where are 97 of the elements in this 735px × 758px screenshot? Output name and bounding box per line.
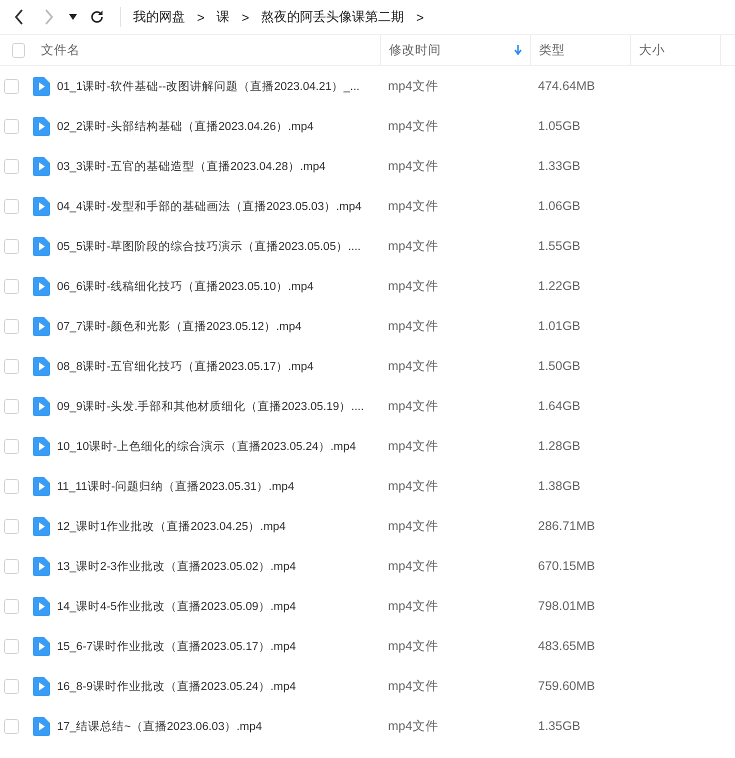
file-name[interactable]: 05_5课时-草图阶段的综合技巧演示（直播2023.05.05）.... <box>57 238 361 254</box>
breadcrumb-separator: > <box>242 10 250 24</box>
checkbox[interactable] <box>4 398 19 414</box>
checkbox[interactable] <box>4 118 19 134</box>
breadcrumb-link[interactable]: 我的网盘 <box>133 8 185 26</box>
checkbox[interactable] <box>12 42 25 58</box>
file-type: mp4文件 <box>387 158 438 174</box>
file-name[interactable]: 10_10课时-上色细化的综合演示（直播2023.05.24）.mp4 <box>57 438 356 454</box>
file-name[interactable]: 09_9课时-头发.手部和其他材质细化（直播2023.05.19）.... <box>57 398 364 414</box>
file-type: mp4文件 <box>387 78 438 94</box>
file-type: mp4文件 <box>387 198 438 214</box>
column-header[interactable]: 类型 <box>539 42 565 58</box>
file-name[interactable]: 16_8-9课时作业批改（直播2023.05.24）.mp4 <box>57 678 296 694</box>
video-file-icon <box>33 356 50 376</box>
video-file-icon <box>33 156 50 176</box>
file-size: 286.71MB <box>537 519 595 533</box>
checkbox[interactable] <box>4 518 19 534</box>
checkbox[interactable] <box>4 198 19 214</box>
video-file-icon <box>33 636 50 656</box>
checkbox[interactable] <box>4 638 19 654</box>
checkbox[interactable] <box>4 278 19 294</box>
checkbox[interactable] <box>4 78 19 94</box>
file-size: 474.64MB <box>537 79 595 93</box>
file-type: mp4文件 <box>387 598 438 614</box>
file-type: mp4文件 <box>387 238 438 254</box>
file-size: 483.65MB <box>537 639 595 653</box>
video-file-icon <box>33 476 50 496</box>
breadcrumb-separator: > <box>416 10 424 24</box>
file-type: mp4文件 <box>387 638 438 654</box>
file-type: mp4文件 <box>387 358 438 374</box>
file-size: 670.15MB <box>537 559 595 573</box>
checkbox[interactable] <box>4 158 19 174</box>
file-size: 1.06GB <box>537 199 580 213</box>
breadcrumb-link[interactable]: 课 <box>216 8 230 26</box>
file-size: 1.28GB <box>537 439 580 453</box>
breadcrumb-separator: > <box>197 10 205 24</box>
file-name[interactable]: 08_8课时-五官细化技巧（直播2023.05.17）.mp4 <box>57 358 314 374</box>
breadcrumb-link[interactable]: 熬夜的阿丢头像课第二期 <box>261 8 404 26</box>
video-file-icon <box>33 716 50 736</box>
checkbox[interactable] <box>4 358 19 374</box>
file-name[interactable]: 12_课时1作业批改（直播2023.04.25）.mp4 <box>57 518 286 534</box>
file-size: 1.05GB <box>537 119 580 133</box>
video-file-icon <box>33 276 50 296</box>
file-name[interactable]: 07_7课时-颜色和光影（直播2023.05.12）.mp4 <box>57 318 302 334</box>
file-size: 1.01GB <box>537 319 580 333</box>
checkbox[interactable] <box>4 238 19 254</box>
file-name[interactable]: 04_4课时-发型和手部的基础画法（直播2023.05.03）.mp4 <box>57 198 362 214</box>
file-type: mp4文件 <box>387 478 438 494</box>
file-name[interactable]: 03_3课时-五官的基础造型（直播2023.04.28）.mp4 <box>57 158 326 174</box>
checkbox[interactable] <box>4 478 19 494</box>
file-size: 1.38GB <box>537 479 580 493</box>
file-size: 1.22GB <box>537 279 580 293</box>
video-file-icon <box>33 316 50 336</box>
video-file-icon <box>33 236 50 256</box>
file-name[interactable]: 14_课时4-5作业批改（直播2023.05.09）.mp4 <box>57 598 296 614</box>
file-size: 1.50GB <box>537 359 580 373</box>
file-name[interactable]: 01_1课时-软件基础--改图讲解问题（直播2023.04.21）_... <box>57 78 360 94</box>
refresh-icon <box>90 10 104 24</box>
checkbox[interactable] <box>4 598 19 614</box>
file-size: 1.64GB <box>537 399 580 413</box>
checkbox[interactable] <box>4 318 19 334</box>
file-size: 1.35GB <box>537 719 580 733</box>
file-type: mp4文件 <box>387 558 438 574</box>
video-file-icon <box>33 76 50 96</box>
file-size: 1.33GB <box>537 159 580 173</box>
checkbox[interactable] <box>4 718 19 734</box>
file-type: mp4文件 <box>387 518 438 534</box>
video-file-icon <box>33 396 50 416</box>
file-type: mp4文件 <box>387 678 438 694</box>
video-file-icon <box>33 556 50 576</box>
file-type: mp4文件 <box>387 118 438 134</box>
file-size: 1.55GB <box>537 239 580 253</box>
file-name[interactable]: 15_6-7课时作业批改（直播2023.05.17）.mp4 <box>57 638 296 654</box>
file-type: mp4文件 <box>387 278 438 294</box>
video-file-icon <box>33 676 50 696</box>
video-file-icon <box>33 116 50 136</box>
file-size: 759.60MB <box>537 679 595 693</box>
file-name[interactable]: 17_结课总结~（直播2023.06.03）.mp4 <box>57 718 262 734</box>
file-type: mp4文件 <box>387 438 438 454</box>
file-type: mp4文件 <box>387 398 438 414</box>
file-name[interactable]: 13_课时2-3作业批改（直播2023.05.02）.mp4 <box>57 558 296 574</box>
video-file-icon <box>33 436 50 456</box>
checkbox[interactable] <box>4 558 19 574</box>
checkbox[interactable] <box>4 438 19 454</box>
file-type: mp4文件 <box>387 318 438 334</box>
file-name[interactable]: 06_6课时-线稿细化技巧（直播2023.05.10）.mp4 <box>57 278 314 294</box>
file-size: 798.01MB <box>537 599 595 613</box>
column-header[interactable]: 文件名 <box>41 42 80 58</box>
checkbox[interactable] <box>4 678 19 694</box>
column-header[interactable]: 大小 <box>639 42 665 58</box>
file-type: mp4文件 <box>387 718 438 734</box>
column-header[interactable]: 修改时间 <box>389 42 441 58</box>
file-name[interactable]: 02_2课时-头部结构基础（直播2023.04.26）.mp4 <box>57 118 314 134</box>
video-file-icon <box>33 516 50 536</box>
video-file-icon <box>33 596 50 616</box>
video-file-icon <box>33 196 50 216</box>
file-name[interactable]: 11_11课时-问题归纳（直播2023.05.31）.mp4 <box>57 478 294 494</box>
